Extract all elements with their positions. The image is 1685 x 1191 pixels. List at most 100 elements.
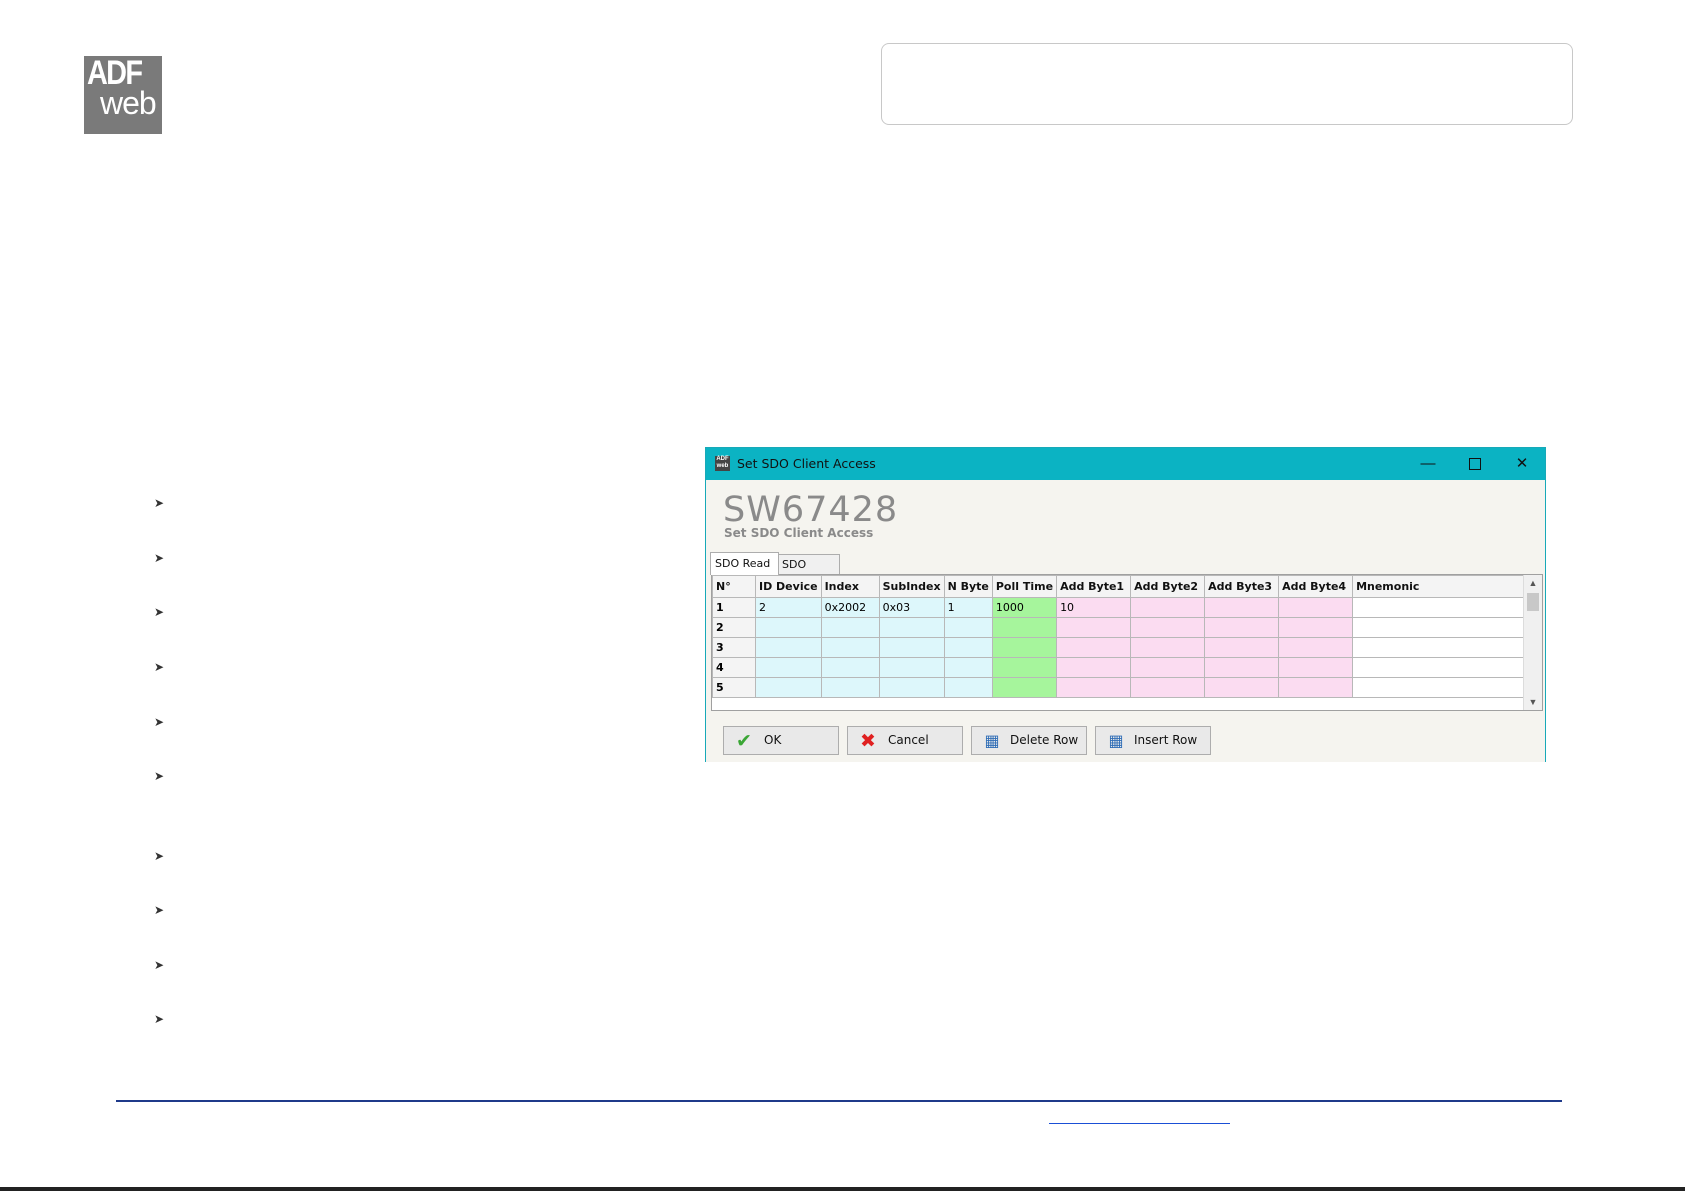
table-row: 3 [712,637,1526,658]
grid-cell-add4[interactable] [1278,677,1354,698]
row-number-cell: 3 [712,637,756,658]
table-row: 2 [712,617,1526,638]
grid-cell-add4[interactable] [1278,597,1354,618]
sdo-read-grid: N° ID Device Index SubIndex N Byte Poll Time A… [711,574,1543,711]
grid-cell-add2[interactable] [1130,637,1206,658]
product-code: SW67428 [723,490,899,530]
row-number-cell: 1 [712,597,756,618]
bullet-arrow-icon: ➤ [153,849,165,863]
grid-cell-add1[interactable]: 10 [1056,597,1132,618]
scroll-down-icon[interactable]: ▼ [1524,694,1542,710]
column-header: N Byte [943,575,993,598]
grid-cell-mnemonic[interactable] [1352,597,1526,618]
grid-cell-add3[interactable] [1204,637,1280,658]
grid-cell-subindex[interactable] [878,637,945,658]
grid-cell-subindex[interactable]: 0x03 [878,597,945,618]
grid-cell-mnemonic[interactable] [1352,677,1526,698]
grid-cell-add1[interactable] [1056,677,1132,698]
grid-cell-mnemonic[interactable] [1352,657,1526,678]
grid-cell-n-byte[interactable] [943,617,993,638]
vertical-scrollbar[interactable]: ▲ ▼ [1523,575,1542,710]
delete-row-button[interactable]: ▦ Delete Row [971,726,1087,755]
row-number-cell: 4 [712,657,756,678]
minimize-icon[interactable]: — [1405,448,1451,480]
grid-cell-id-device[interactable] [755,677,822,698]
grid-cell-index[interactable]: 0x2002 [820,597,880,618]
close-icon[interactable]: ✕ [1499,448,1545,480]
grid-cell-index[interactable] [820,617,880,638]
insert-row-icon: ▦ [1108,731,1124,750]
grid-cell-id-device[interactable] [755,657,822,678]
row-number-cell: 5 [712,677,756,698]
bullet-arrow-icon: ➤ [153,715,165,729]
bullet-arrow-icon: ➤ [153,496,165,510]
ok-button[interactable]: ✔ OK [723,726,839,755]
bullet-arrow-icon: ➤ [153,958,165,972]
grid-cell-add1[interactable] [1056,657,1132,678]
grid-cell-add3[interactable] [1204,597,1280,618]
grid-cell-subindex[interactable] [878,617,945,638]
grid-cell-add2[interactable] [1130,657,1206,678]
column-header: ID Device [755,575,822,598]
grid-cell-poll-time[interactable] [991,677,1058,698]
dialog-body: SW67428 Set SDO Client Access SDO Read S… [706,480,1545,762]
grid-cell-add4[interactable] [1278,657,1354,678]
grid-cell-add3[interactable] [1204,677,1280,698]
grid-cell-subindex[interactable] [878,657,945,678]
grid-cell-n-byte[interactable] [943,657,993,678]
maximize-icon[interactable] [1452,448,1498,480]
dialog-subtitle: Set SDO Client Access [724,526,874,540]
grid-cell-poll-time[interactable] [991,657,1058,678]
column-header: Poll Time [991,575,1058,598]
grid-cell-add2[interactable] [1130,677,1206,698]
grid-cell-add3[interactable] [1204,617,1280,638]
insert-row-label: Insert Row [1134,733,1198,747]
sdo-table: N° ID Device Index SubIndex N Byte Poll Time A… [712,575,1526,698]
tab-sdo-read[interactable]: SDO Read [710,552,779,575]
grid-cell-poll-time[interactable] [991,637,1058,658]
grid-cell-subindex[interactable] [878,677,945,698]
grid-cell-poll-time[interactable]: 1000 [991,597,1058,618]
grid-cell-add2[interactable] [1130,617,1206,638]
delete-row-label: Delete Row [1010,733,1079,747]
grid-cell-index[interactable] [820,637,880,658]
bullet-arrow-icon: ➤ [153,1012,165,1026]
grid-cell-add4[interactable] [1278,637,1354,658]
grid-cell-n-byte[interactable] [943,677,993,698]
delete-row-icon: ▦ [984,731,1000,750]
grid-cell-add2[interactable] [1130,597,1206,618]
grid-cell-add3[interactable] [1204,657,1280,678]
footer-divider [116,1100,1562,1102]
grid-cell-add1[interactable] [1056,617,1132,638]
tab-sdo-write[interactable]: SDO Write [777,554,840,590]
bullet-arrow-icon: ➤ [153,903,165,917]
grid-cell-index[interactable] [820,657,880,678]
grid-cell-index[interactable] [820,677,880,698]
grid-cell-id-device[interactable] [755,637,822,658]
row-number-cell: 2 [712,617,756,638]
grid-cell-id-device[interactable]: 2 [755,597,822,618]
grid-cell-id-device[interactable] [755,617,822,638]
checkmark-icon: ✔ [736,730,752,752]
grid-cell-add4[interactable] [1278,617,1354,638]
column-header: N° [712,575,756,598]
grid-cell-n-byte[interactable]: 1 [943,597,993,618]
bullet-arrow-icon: ➤ [153,605,165,619]
ok-label: OK [764,733,782,747]
scrollbar-thumb[interactable] [1527,593,1539,611]
column-header: Index [820,575,880,598]
grid-cell-add1[interactable] [1056,637,1132,658]
grid-cell-mnemonic[interactable] [1352,617,1526,638]
scroll-up-icon[interactable]: ▲ [1524,575,1542,591]
dialog-titlebar[interactable]: ADF web Set SDO Client Access — ✕ [706,448,1545,480]
grid-cell-n-byte[interactable] [943,637,993,658]
grid-cell-poll-time[interactable] [991,617,1058,638]
insert-row-button[interactable]: ▦ Insert Row [1095,726,1211,755]
window-title: Set SDO Client Access [737,456,876,471]
table-row: 1 2 0x2002 0x03 1 1000 10 [712,597,1526,618]
table-row: 5 [712,677,1526,698]
footer-link-underline[interactable] [1049,1123,1230,1124]
grid-cell-mnemonic[interactable] [1352,637,1526,658]
cancel-button[interactable]: ✖ Cancel [847,726,963,755]
bottom-edge [0,1187,1685,1191]
